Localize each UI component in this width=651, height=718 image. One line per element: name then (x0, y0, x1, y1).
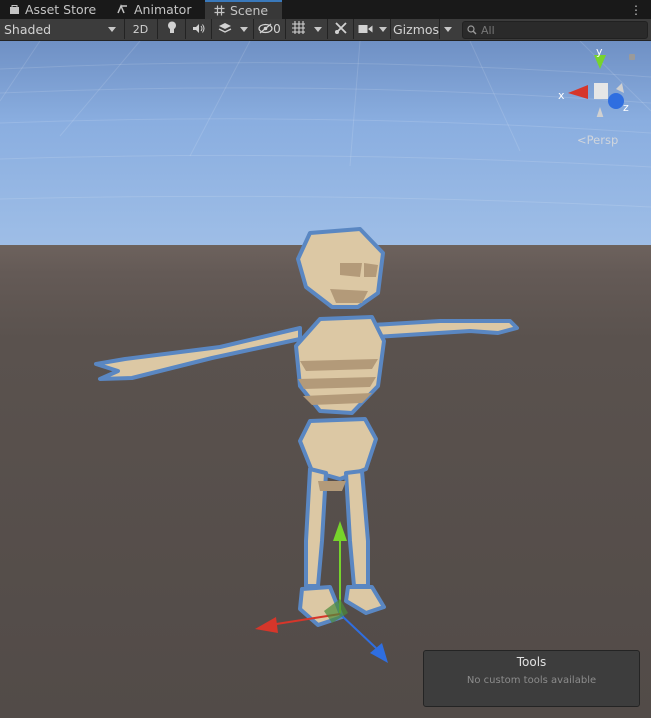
grid-icon (291, 20, 306, 38)
speaker-icon (192, 22, 205, 37)
draw-mode-label: Shaded (4, 21, 52, 37)
toggle-2d-label: 2D (132, 22, 149, 36)
chevron-down-icon (239, 26, 248, 32)
chevron-down-icon (444, 26, 453, 32)
scene-visibility-toggle[interactable]: 0 (253, 19, 285, 39)
chevron-left-icon: < (577, 133, 587, 147)
search-icon (467, 25, 477, 35)
skeleton-model[interactable] (0, 41, 651, 718)
search-placeholder: All (481, 23, 495, 37)
scene-search-field[interactable]: All (462, 21, 648, 39)
tools-panel-title: Tools (516, 655, 547, 669)
effects-dropdown[interactable] (236, 19, 251, 39)
layers-icon (218, 22, 232, 37)
tab-label: Asset Store (25, 2, 97, 17)
effects-toggle[interactable] (211, 19, 237, 39)
camera-dropdown[interactable] (375, 19, 390, 39)
projection-toggle[interactable]: <Persp (577, 133, 618, 147)
tools-panel-message: No custom tools available (466, 675, 597, 686)
tab-label: Scene (230, 3, 269, 18)
tab-scene[interactable]: Scene (205, 0, 283, 19)
lighting-toggle[interactable] (157, 19, 185, 39)
gizmos-label: Gizmos (393, 21, 440, 37)
draw-mode-dropdown[interactable]: Shaded (0, 19, 122, 39)
toggle-2d-button[interactable]: 2D (124, 19, 156, 39)
eye-hidden-icon (258, 22, 273, 37)
audio-toggle[interactable] (185, 19, 211, 39)
chevron-down-icon (108, 26, 116, 32)
orientation-gizmo[interactable]: y x z (556, 47, 636, 117)
chevron-down-icon (313, 26, 322, 32)
camera-icon (358, 22, 373, 37)
tools-overlay-panel: Tools No custom tools available (423, 650, 640, 707)
scene-toolbar: Shaded 2D 0 Gizmos All (0, 19, 651, 41)
scene-viewport[interactable]: y x z <Persp Tools No custom tools avail… (0, 41, 651, 718)
gizmos-dropdown[interactable]: Gizmos (390, 19, 456, 39)
grid-hash-icon (213, 5, 225, 17)
axis-label-y: y (596, 47, 603, 58)
lock-icon (629, 54, 635, 60)
animator-icon (117, 4, 129, 16)
tab-label: Animator (134, 2, 192, 17)
window-tab-bar: Asset Store Animator Scene ⋮ (0, 0, 651, 19)
chevron-down-icon (378, 26, 387, 32)
lightbulb-icon (167, 21, 177, 37)
tools-icon (334, 21, 348, 38)
grid-toggle[interactable] (285, 19, 311, 39)
hidden-object-count: 0 (273, 22, 281, 36)
axis-label-x: x (558, 89, 565, 102)
bag-icon (8, 4, 20, 16)
grid-dropdown[interactable] (310, 19, 325, 39)
gizmos-caret[interactable] (439, 19, 453, 39)
tools-settings-button[interactable] (327, 19, 353, 39)
window-menu-icon[interactable]: ⋮ (630, 3, 642, 17)
projection-label: Persp (586, 133, 619, 147)
camera-settings-button[interactable] (353, 19, 376, 39)
axis-label-z: z (623, 101, 629, 114)
tab-animator[interactable]: Animator (117, 0, 191, 19)
tab-asset-store[interactable]: Asset Store (8, 0, 96, 19)
